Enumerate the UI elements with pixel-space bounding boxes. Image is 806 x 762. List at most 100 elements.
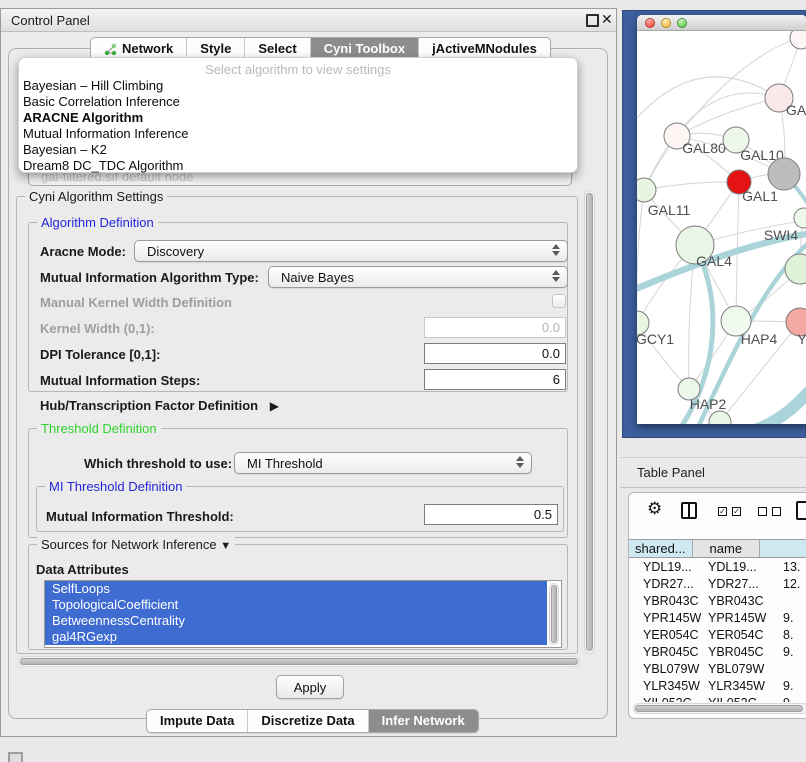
menu-item-basic-correlation-inference[interactable]: Basic Correlation Inference [19,94,577,110]
which-threshold-label: Which threshold to use: [84,456,232,471]
table-panel-title: Table Panel [637,465,705,480]
close-traffic-light-icon[interactable] [645,18,655,28]
table-cell: YDR27... [701,576,777,593]
mi-threshold-label: Mutual Information Threshold: [46,509,234,524]
table-row[interactable]: YPR145WYPR145W9. [629,610,806,627]
control-panel-title: Control Panel [11,13,90,28]
table-cell: YIL052C [701,695,777,702]
table-row[interactable]: YDL19...YDL19...13. [629,559,806,576]
menu-item-bayesian-hill-climbing[interactable]: Bayesian – Hill Climbing [19,78,577,94]
collapse-down-icon[interactable]: ▼ [220,540,231,552]
table-cell: 9. [777,644,793,661]
network-node-label: GAL11 [648,202,691,218]
minimize-traffic-light-icon[interactable] [661,18,671,28]
expand-right-icon[interactable]: ▶ [270,399,279,413]
tab-impute-data[interactable]: Impute Data [147,710,247,732]
new-table-icon[interactable] [796,501,806,520]
select-all-checks-icon[interactable]: ✓ [732,507,741,516]
settings-vscrollbar[interactable] [584,190,595,654]
table-row[interactable]: YBR045CYBR045C9. [629,644,806,661]
table-cell: YBL079W [629,661,701,678]
table-cell: 8. [777,627,793,644]
menu-item-mutual-information-inference[interactable]: Mutual Information Inference [19,126,577,142]
mi-type-combo[interactable]: Naive Bayes [268,266,568,288]
table-hscrollbar[interactable] [633,703,806,714]
mi-steps-field[interactable]: 6 [424,369,566,390]
table-cell: 13. [777,559,800,576]
table-cell: YBR045C [701,644,777,661]
mi-threshold-field[interactable]: 0.5 [424,504,558,525]
hub-definition-label[interactable]: Hub/Transcription Factor Definition ▶ [40,398,279,413]
column-header-name[interactable]: name [693,540,760,557]
zoom-traffic-light-icon[interactable] [677,18,687,28]
table-cell: YDL19... [701,559,777,576]
attribute-item-gal4rgexp[interactable]: gal4RGexp [45,629,547,645]
which-threshold-combo[interactable]: MI Threshold [234,452,532,474]
table-cell: YPR145W [629,610,701,627]
network-node[interactable] [785,254,806,284]
tab-infer-network[interactable]: Infer Network [368,710,478,732]
attribute-item-betweennesscentrality[interactable]: BetweennessCentrality [45,613,547,629]
network-node-swi4[interactable] [794,208,806,228]
attribute-item-selfloops[interactable]: SelfLoops [45,581,547,597]
mi-threshold-title: MI Threshold Definition [45,479,186,494]
threshold-definition-title: Threshold Definition [37,421,161,436]
table-cell: 12. [777,576,800,593]
table-header-row: shared...name [629,539,806,558]
menu-item-aracne-algorithm[interactable]: ARACNE Algorithm [19,110,577,126]
screen: Control Panel ✕ NetworkStyleSelectCyni T… [0,0,806,762]
aracne-mode-label: Aracne Mode: [40,244,126,259]
table-rows: YDL19...YDL19...13.YDR27...YDR27...12.YB… [629,559,806,702]
table-cell [777,661,783,678]
column-layout-icon-divider [688,504,690,517]
table-row[interactable]: YBR043CYBR043C [629,593,806,610]
unselect-all-checks-icon[interactable] [758,507,767,516]
attribute-item-topologicalcoefficient[interactable]: TopologicalCoefficient [45,597,547,613]
network-node-label: Y [797,331,806,347]
tab-discretize-data[interactable]: Discretize Data [247,710,367,732]
network-icon [104,43,117,56]
kernel-width-label: Kernel Width (0,1): [40,321,155,336]
menu-item-bayesian-k2[interactable]: Bayesian – K2 [19,142,577,158]
table-row[interactable]: YIL052CYIL052C9. [629,695,806,702]
sources-title-text: Sources for Network Inference [41,537,217,552]
network-node-label: GAL4 [696,253,732,269]
aracne-mode-combo[interactable]: Discovery [134,240,568,262]
manual-kernel-checkbox[interactable] [552,294,566,308]
sources-title[interactable]: Sources for Network Inference ▼ [37,537,235,554]
network-node[interactable] [768,158,800,190]
table-cell: YDL19... [629,559,701,576]
table-cell: YLR345W [701,678,777,695]
unselect-all-checks-icon[interactable] [772,507,781,516]
table-row[interactable]: YDR27...YDR27...12. [629,576,806,593]
combo-arrows-icon [516,456,524,468]
table-row[interactable]: YLR345WYLR345W9. [629,678,806,695]
table-cell: YPR145W [701,610,777,627]
combo-arrows-icon [552,270,560,282]
data-attributes-list: SelfLoopsTopologicalCoefficientBetweenne… [44,580,562,648]
table-cell: YDR27... [629,576,701,593]
table-cell: YBL079W [701,661,777,678]
select-all-checks-icon[interactable]: ✓ [718,507,727,516]
apply-button[interactable]: Apply [276,675,344,699]
network-canvas[interactable]: GALGAL80GAL10GAL1GAL11GAL4SWI4GCY1HAP4YH… [637,15,806,424]
float-window-icon[interactable] [586,14,599,27]
network-node-gal11[interactable] [637,178,656,202]
table-cell: YBR043C [701,593,777,610]
close-icon[interactable]: ✕ [601,11,613,28]
column-header-2[interactable] [760,540,806,557]
settings-hscrollbar[interactable] [18,656,580,667]
kernel-width-field[interactable]: 0.0 [424,317,566,338]
network-window-titlebar [637,15,806,31]
column-header-shared[interactable]: shared... [629,540,693,557]
table-cell [777,593,783,610]
dpi-tolerance-field[interactable]: 0.0 [424,343,566,364]
table-cell: YBR045C [629,644,701,661]
gear-icon[interactable]: ⚙ [647,499,662,519]
attributes-list-scrollbar[interactable] [549,583,559,645]
table-row[interactable]: YBL079WYBL079W [629,661,806,678]
table-row[interactable]: YER054CYER054C8. [629,627,806,644]
menu-item-dream8-dc-tdc-algorithm[interactable]: Dream8 DC_TDC Algorithm [19,158,577,174]
network-window[interactable]: GALGAL80GAL10GAL1GAL11GAL4SWI4GCY1HAP4YH… [637,15,806,424]
minimized-panel-icon[interactable] [8,752,23,762]
